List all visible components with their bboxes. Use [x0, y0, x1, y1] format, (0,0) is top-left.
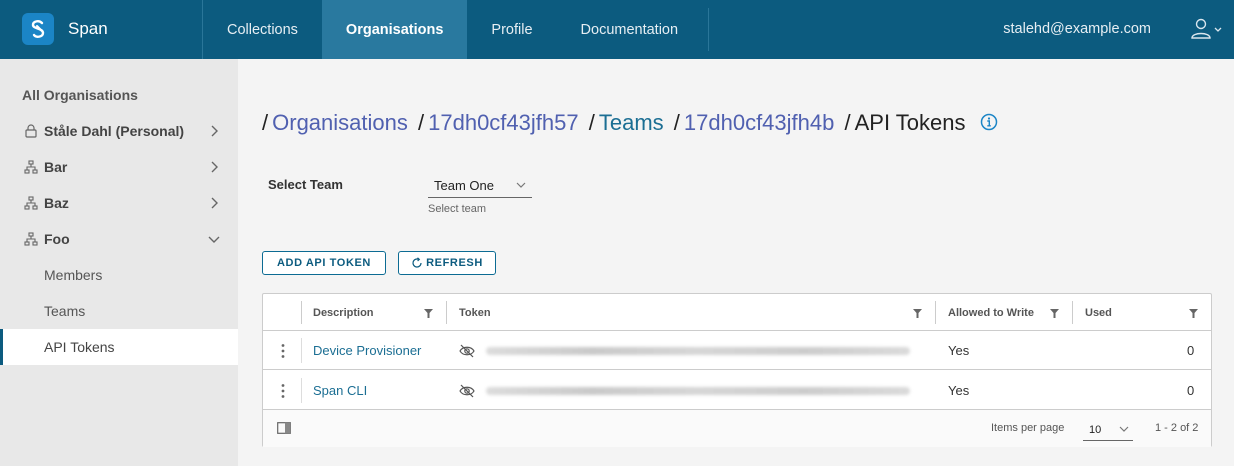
sidebar-subitem-label: Teams [44, 303, 86, 319]
chevron-right-icon[interactable] [208, 161, 220, 173]
items-per-page-select[interactable]: 10 [1083, 417, 1133, 441]
token-description-link[interactable]: Span CLI [313, 371, 367, 410]
column-divider[interactable] [1072, 301, 1073, 324]
span-logo-icon[interactable] [22, 13, 54, 45]
filter-icon[interactable] [1050, 309, 1059, 318]
token-value-masked [486, 347, 910, 355]
column-divider[interactable] [935, 301, 936, 324]
column-divider [301, 301, 302, 324]
column-header-used[interactable]: Used [1085, 294, 1112, 331]
breadcrumb-separator: / [588, 110, 595, 135]
eye-slash-icon[interactable] [459, 384, 475, 398]
sidebar-subitem-api-tokens[interactable]: API Tokens [0, 329, 238, 365]
breadcrumb-separator: / [673, 110, 680, 135]
org-tree-icon [24, 160, 38, 174]
column-header-description[interactable]: Description [313, 294, 374, 331]
breadcrumb: / Organisations /17dh0cf43jfh57 /Teams /1… [262, 110, 998, 136]
column-divider[interactable] [446, 301, 447, 324]
table-row: Span CLI Yes 0 [263, 371, 1211, 410]
chevron-right-icon[interactable] [208, 125, 220, 137]
nav-collections[interactable]: Collections [203, 0, 322, 59]
refresh-label: REFRESH [426, 257, 483, 269]
sidebar-subitem-members[interactable]: Members [0, 257, 238, 293]
chevron-down-icon [1119, 426, 1129, 432]
grid-header: Description Token Allowed to Write Used [263, 294, 1211, 331]
breadcrumb-org-id[interactable]: 17dh0cf43jfh57 [428, 110, 578, 135]
sidebar-subitem-label: Members [44, 267, 103, 283]
api-tokens-grid: Description Token Allowed to Write Used … [262, 293, 1212, 447]
sidebar-item-label: Baz [44, 195, 69, 211]
select-team-label: Select Team [268, 177, 343, 192]
breadcrumb-current: API Tokens [854, 110, 966, 135]
breadcrumb-separator: / [844, 110, 851, 135]
row-divider [301, 338, 302, 363]
user-menu-icon[interactable] [1190, 17, 1224, 41]
add-api-token-button[interactable]: ADD API TOKEN [262, 251, 386, 275]
sidebar-item-label: Bar [44, 159, 68, 175]
breadcrumb-separator: / [262, 110, 269, 135]
top-header: Span Collections Organisations Profile D… [0, 0, 1234, 59]
chevron-down-icon [516, 182, 526, 188]
allowed-to-write-value: Yes [948, 343, 970, 358]
chevron-down-icon[interactable] [208, 233, 220, 245]
sidebar-item-label: Foo [44, 231, 70, 247]
items-per-page-value: 10 [1089, 424, 1102, 436]
token-value-masked [486, 387, 910, 395]
main-nav: Collections Organisations Profile Docume… [202, 0, 702, 59]
brand-name[interactable]: Span [68, 19, 108, 39]
nav-documentation[interactable]: Documentation [557, 0, 703, 59]
team-select-helper: Select team [428, 203, 487, 215]
column-header-allowed-to-write[interactable]: Allowed to Write [948, 294, 1034, 331]
sidebar-item-foo[interactable]: Foo [0, 221, 238, 257]
column-toggle-icon[interactable] [277, 422, 291, 434]
filter-icon[interactable] [913, 309, 922, 318]
refresh-button[interactable]: REFRESH [398, 251, 496, 275]
eye-slash-icon[interactable] [459, 344, 475, 358]
chevron-right-icon[interactable] [208, 197, 220, 209]
grid-footer: Items per page 10 1 - 2 of 2 [263, 410, 1211, 447]
user-email: stalehd@example.com [1003, 21, 1151, 37]
sidebar: All Organisations Ståle Dahl (Personal) … [0, 59, 238, 466]
sidebar-item-baz[interactable]: Baz [0, 185, 238, 221]
nav-organisations[interactable]: Organisations [321, 0, 468, 59]
row-actions-icon[interactable] [278, 343, 288, 359]
allowed-to-write-value: Yes [948, 383, 970, 398]
breadcrumb-team-id[interactable]: 17dh0cf43jfh4b [684, 110, 834, 135]
team-select[interactable]: Team One [428, 174, 532, 198]
team-select-value: Team One [434, 178, 494, 193]
add-api-token-label: ADD API TOKEN [277, 257, 371, 269]
sidebar-subitem-teams[interactable]: Teams [0, 293, 238, 329]
sidebar-item-bar[interactable]: Bar [0, 149, 238, 185]
used-count: 0 [1187, 383, 1195, 398]
span-logo-glyph [31, 20, 45, 38]
used-count: 0 [1187, 343, 1195, 358]
nav-profile[interactable]: Profile [467, 0, 556, 59]
sidebar-title[interactable]: All Organisations [22, 87, 138, 103]
token-description-link[interactable]: Device Provisioner [313, 331, 421, 370]
sidebar-subitem-label: API Tokens [44, 339, 115, 355]
filter-icon[interactable] [424, 309, 433, 318]
filter-icon[interactable] [1189, 309, 1198, 318]
items-per-page-label: Items per page [991, 422, 1065, 434]
lock-icon [25, 124, 37, 138]
refresh-icon [412, 257, 422, 268]
info-icon[interactable] [980, 113, 998, 131]
nav-divider [708, 8, 709, 51]
breadcrumb-separator: / [418, 110, 425, 135]
org-tree-icon [24, 232, 38, 246]
breadcrumb-organisations[interactable]: Organisations [272, 110, 408, 135]
pagination-info: 1 - 2 of 2 [1155, 422, 1199, 434]
row-actions-icon[interactable] [278, 383, 288, 399]
sidebar-item-personal[interactable]: Ståle Dahl (Personal) [0, 113, 238, 149]
column-header-token[interactable]: Token [459, 294, 491, 331]
sidebar-item-label: Ståle Dahl (Personal) [44, 123, 185, 139]
org-tree-icon [24, 196, 38, 210]
row-divider [301, 378, 302, 403]
table-row: Device Provisioner Yes 0 [263, 331, 1211, 370]
breadcrumb-teams[interactable]: Teams [599, 110, 664, 135]
